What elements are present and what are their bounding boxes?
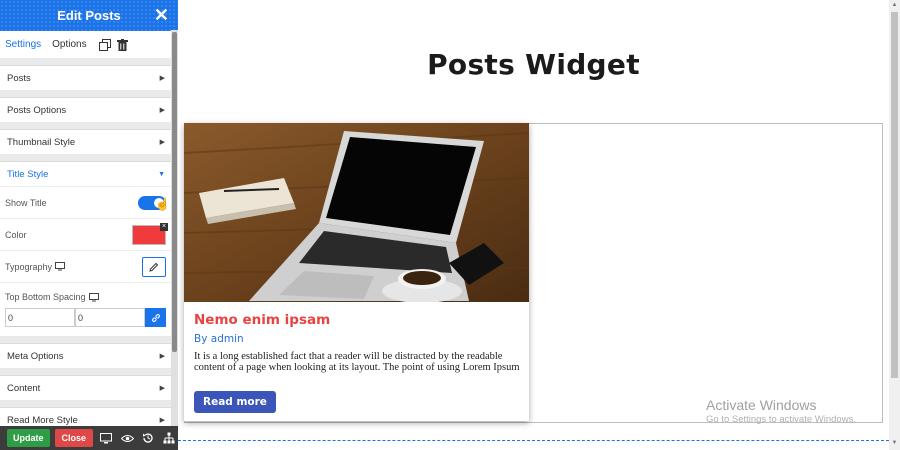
post-card[interactable]: Nemo enim ipsam By admin It is a long es… <box>184 123 529 421</box>
section-read-more-style[interactable]: Read More Style ▶ <box>0 407 171 426</box>
show-title-label: Show Title <box>5 197 47 208</box>
show-title-row: Show Title ☝ <box>0 186 171 218</box>
navigator-icon[interactable] <box>161 430 177 446</box>
scroll-up-icon[interactable]: ▲ <box>889 2 900 10</box>
section-label: Read More Style <box>7 414 78 426</box>
panel-scrollbar[interactable] <box>171 30 178 426</box>
page-scrollbar[interactable]: ▲ ▼ <box>889 0 900 450</box>
show-title-toggle[interactable]: ☝ <box>138 195 170 211</box>
post-title[interactable]: Nemo enim ipsam <box>194 312 330 328</box>
post-excerpt: It is a long established fact that a rea… <box>194 351 520 373</box>
typography-edit-button[interactable] <box>142 256 166 277</box>
typography-row: Typography <box>0 250 171 282</box>
section-drop-indicator <box>178 440 889 441</box>
post-thumbnail[interactable] <box>184 123 529 302</box>
section-thumbnail-style[interactable]: Thumbnail Style ▶ <box>0 129 171 154</box>
eye-icon[interactable] <box>119 430 135 446</box>
typography-label-wrap: Typography <box>5 261 66 272</box>
caret-right-icon: ▶ <box>159 75 165 82</box>
page-scroll-thumb[interactable] <box>891 12 898 378</box>
pointer-hand-icon: ☝ <box>155 196 170 211</box>
panel-sections: Posts ▶ Posts Options ▶ Thumbnail Style … <box>0 58 171 426</box>
post-author[interactable]: By admin <box>194 333 244 345</box>
tab-options[interactable]: Options <box>52 39 86 50</box>
section-title-style[interactable]: Title Style ▼ <box>0 161 171 186</box>
tab-settings[interactable]: Settings <box>5 39 41 50</box>
trash-icon[interactable] <box>116 38 130 52</box>
pencil-icon <box>149 262 159 272</box>
spacing-label: Top Bottom Spacing <box>5 292 86 302</box>
spacing-inputs <box>5 308 166 327</box>
panel-scroll-thumb[interactable] <box>172 32 177 352</box>
page-title: Posts Widget <box>427 48 640 81</box>
scroll-down-icon[interactable]: ▼ <box>889 440 900 448</box>
spacing-row: Top Bottom Spacing <box>0 282 171 336</box>
panel-tabs: Settings Options <box>0 31 178 58</box>
caret-right-icon: ▶ <box>159 385 165 392</box>
desktop-icon[interactable] <box>98 430 114 446</box>
section-label: Title Style <box>7 168 49 180</box>
section-label: Thumbnail Style <box>7 136 76 148</box>
section-label: Posts Options <box>7 104 67 116</box>
caret-right-icon: ▶ <box>159 417 165 424</box>
panel-header: Edit Posts ✕ <box>0 0 178 31</box>
section-meta-options[interactable]: Meta Options ▶ <box>0 343 171 368</box>
panel-title: Edit Posts <box>57 8 121 23</box>
preview-canvas: Posts Widget Nemo enim ipsam By admin It… <box>178 0 889 450</box>
color-swatch[interactable]: × <box>132 222 168 245</box>
caret-right-icon: ▶ <box>159 353 165 360</box>
color-label: Color <box>5 229 27 240</box>
spacing-bottom-input[interactable] <box>75 308 145 327</box>
close-icon[interactable]: ✕ <box>154 5 169 25</box>
desktop-icon <box>88 292 99 301</box>
link-values-button[interactable] <box>145 308 166 327</box>
update-button[interactable]: Update <box>7 429 50 447</box>
spacing-label-wrap: Top Bottom Spacing <box>5 292 99 302</box>
caret-right-icon: ▶ <box>159 107 165 114</box>
typography-label: Typography <box>5 261 53 272</box>
activate-windows-subtitle: Go to Settings to activate Windows. <box>706 414 856 425</box>
spacing-top-input[interactable] <box>5 308 75 327</box>
section-posts-options[interactable]: Posts Options ▶ <box>0 97 171 122</box>
link-icon <box>151 313 160 322</box>
close-button[interactable]: Close <box>54 429 94 447</box>
activate-windows-title: Activate Windows <box>706 397 817 413</box>
section-label: Meta Options <box>7 350 64 362</box>
section-label: Content <box>7 382 41 394</box>
section-content[interactable]: Content ▶ <box>0 375 171 400</box>
caret-down-icon: ▼ <box>158 170 165 178</box>
section-posts[interactable]: Posts ▶ <box>0 65 171 90</box>
history-icon[interactable] <box>140 430 156 446</box>
clear-color-icon[interactable]: × <box>160 222 168 231</box>
caret-right-icon: ▶ <box>159 139 165 146</box>
desktop-icon <box>55 262 66 271</box>
panel-footer: Update Close <box>0 426 178 450</box>
color-row: Color × <box>0 218 171 250</box>
section-label: Posts <box>7 72 31 84</box>
editor-panel: Edit Posts ✕ Settings Options Posts ▶ Po… <box>0 0 178 450</box>
duplicate-icon[interactable] <box>98 38 112 52</box>
read-more-button[interactable]: Read more <box>194 391 276 413</box>
